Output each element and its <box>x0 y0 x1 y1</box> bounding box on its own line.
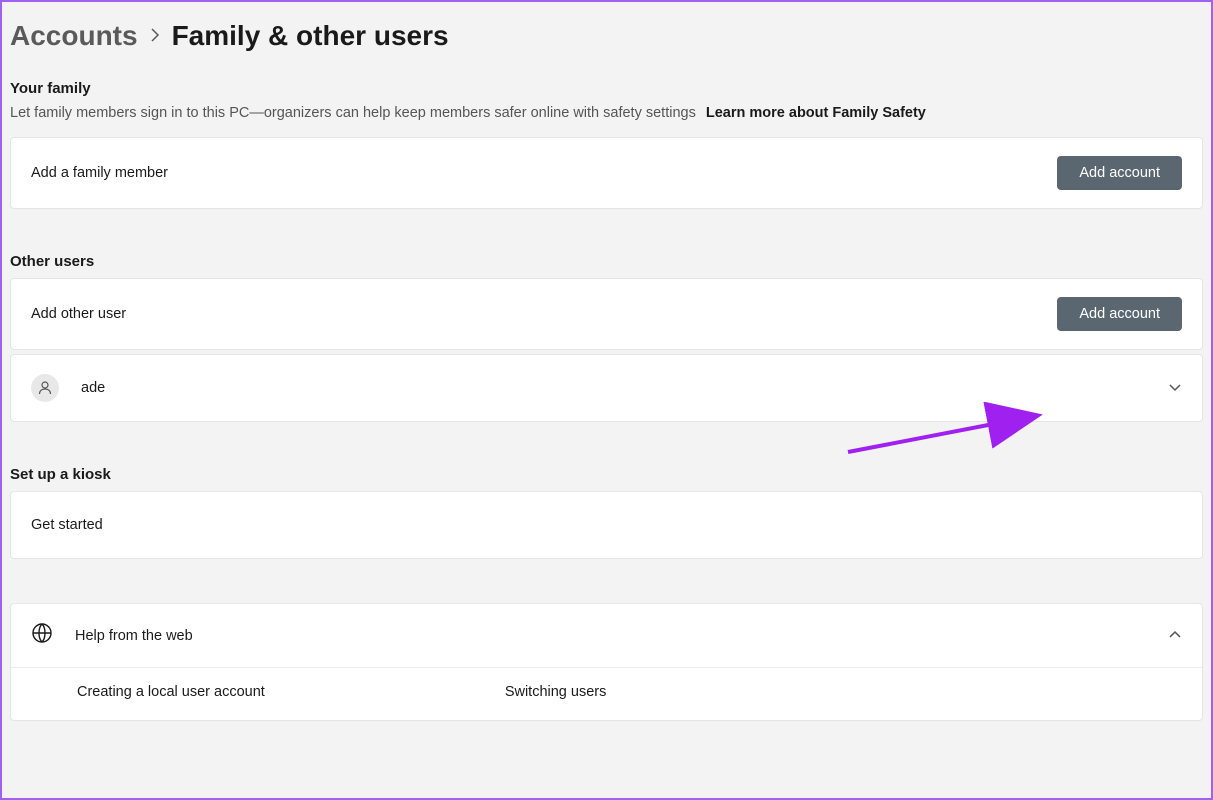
family-section: Your family Let family members sign in t… <box>10 80 1203 209</box>
help-link-create-local-account[interactable]: Creating a local user account <box>77 684 265 700</box>
chevron-down-icon[interactable] <box>1168 380 1182 396</box>
kiosk-get-started-card[interactable]: Get started <box>10 491 1203 559</box>
help-title: Help from the web <box>75 628 193 644</box>
chevron-right-icon <box>150 26 160 47</box>
user-name-label: ade <box>81 380 105 396</box>
add-other-user-label: Add other user <box>31 306 126 322</box>
add-other-user-card: Add other user Add account <box>10 278 1203 350</box>
user-row-ade[interactable]: ade <box>10 354 1203 422</box>
chevron-up-icon[interactable] <box>1168 627 1182 645</box>
help-header[interactable]: Help from the web <box>11 604 1202 667</box>
add-family-member-label: Add a family member <box>31 165 168 181</box>
add-family-member-card: Add a family member Add account <box>10 137 1203 209</box>
add-family-account-button[interactable]: Add account <box>1057 156 1182 190</box>
kiosk-section: Set up a kiosk Get started <box>10 466 1203 559</box>
breadcrumb: Accounts Family & other users <box>10 20 1203 52</box>
user-avatar-icon <box>31 374 59 402</box>
family-desc-text: Let family members sign in to this PC—or… <box>10 105 696 121</box>
other-users-title: Other users <box>10 253 1203 270</box>
add-other-account-button[interactable]: Add account <box>1057 297 1182 331</box>
kiosk-get-started-label: Get started <box>31 517 103 533</box>
kiosk-title: Set up a kiosk <box>10 466 1203 483</box>
family-desc: Let family members sign in to this PC—or… <box>10 105 1203 121</box>
globe-icon <box>31 622 53 649</box>
help-link-switching-users[interactable]: Switching users <box>505 684 607 700</box>
help-section: Help from the web Creating a local user … <box>10 603 1203 721</box>
breadcrumb-parent[interactable]: Accounts <box>10 20 138 52</box>
breadcrumb-current: Family & other users <box>172 20 449 52</box>
other-users-section: Other users Add other user Add account a… <box>10 253 1203 422</box>
family-title: Your family <box>10 80 1203 97</box>
help-links-row: Creating a local user account Switching … <box>11 667 1202 720</box>
family-learn-more-link[interactable]: Learn more about Family Safety <box>706 105 926 121</box>
